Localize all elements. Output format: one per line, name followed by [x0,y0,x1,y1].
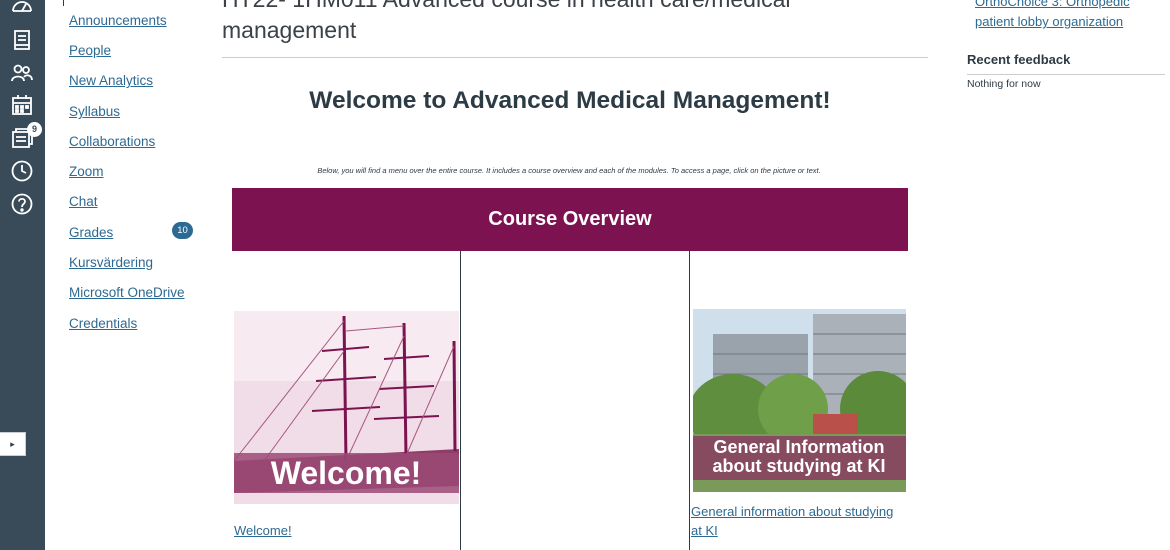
title-divider [222,57,928,58]
help-icon[interactable] [10,192,34,216]
general-info-module-image[interactable]: General Information about studying at KI [693,309,906,492]
course-nav-chat[interactable]: Chat [69,194,98,209]
calendar-icon[interactable] [10,93,34,117]
course-nav-onedrive[interactable]: Microsoft OneDrive [69,285,185,300]
course-nav-kursvardering[interactable]: Kursvärdering [69,255,153,270]
inbox-unread-badge: 9 [27,122,42,137]
general-info-image-text-line1: General Information [713,437,884,457]
course-overview-banner[interactable]: Course Overview [232,188,908,251]
course-nav-collaborations[interactable]: Collaborations [69,134,155,149]
todo-item-link[interactable]: OrthoChoice 3: Orthopedic patient lobby … [975,0,1165,32]
grades-count-badge: 10 [172,222,193,239]
recent-feedback-heading: Recent feedback [967,52,1071,67]
course-nav-announcements[interactable]: Announcements [69,13,167,28]
page-title: HT22- 1HM011 Advanced course in health c… [222,0,791,43]
welcome-heading: Welcome to Advanced Medical Management! [309,87,831,114]
welcome-image-text: Welcome! [271,455,422,491]
global-nav: 9 ▸ [0,0,45,550]
course-nav-credentials[interactable]: Credentials [69,316,137,331]
table-divider [689,251,690,550]
history-icon[interactable] [10,159,34,183]
collapse-nav-button[interactable]: ▸ [0,432,26,456]
general-info-module-link[interactable]: General information about studying at KI [691,502,906,540]
welcome-module-image[interactable]: Welcome! [234,311,459,504]
course-nav-syllabus[interactable]: Syllabus [69,104,120,119]
course-nav-zoom[interactable]: Zoom [69,164,104,179]
groups-icon[interactable] [10,61,34,85]
course-nav-divider [63,0,64,6]
general-info-image-text-line2: about studying at KI [713,456,886,476]
course-nav-grades[interactable]: Grades [69,225,113,240]
recent-feedback-empty: Nothing for now [967,78,1041,90]
welcome-module-link[interactable]: Welcome! [234,521,292,540]
feedback-divider [967,74,1165,75]
table-divider [460,251,461,550]
course-nav-new-analytics[interactable]: New Analytics [69,73,153,88]
courses-icon[interactable] [10,28,34,52]
dashboard-icon[interactable] [10,0,34,18]
intro-text: Below, you will find a menu over the ent… [317,166,821,175]
course-nav-people[interactable]: People [69,43,111,58]
